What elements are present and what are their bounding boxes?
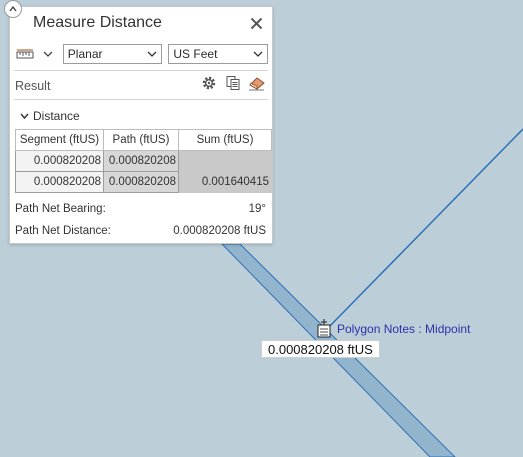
snap-indicator: Polygon Notes : Midpoint — [315, 319, 470, 339]
chevron-up-icon — [9, 5, 17, 12]
path-cell: 0.000820208 — [103, 150, 179, 172]
ruler-icon — [16, 49, 34, 59]
settings-button[interactable] — [200, 74, 218, 92]
column-header-path: Path (ftUS) — [103, 129, 179, 151]
distance-section-title: Distance — [33, 109, 80, 123]
measure-distance-panel: Measure Distance Planar US Feet Result D… — [9, 6, 273, 244]
units-select-value: US Feet — [173, 47, 218, 61]
path-net-bearing-label: Path Net Bearing: — [15, 203, 106, 215]
table-row[interactable]: 0.000820208 0.000820208 0.001640415 — [15, 171, 272, 193]
distance-label: 0.000820208 ftUS — [261, 340, 380, 358]
chevron-down-icon — [147, 51, 157, 57]
close-icon — [250, 17, 262, 29]
column-header-sum: Sum (ftUS) — [178, 129, 272, 151]
gear-icon — [202, 76, 216, 90]
path-net-distance-label: Path Net Distance: — [15, 225, 111, 237]
path-net-distance: Path Net Distance: 0.000820208 ftUS — [15, 225, 266, 237]
boundary-line — [325, 128, 523, 331]
path-cell: 0.000820208 — [103, 171, 179, 193]
mode-select-value: Planar — [67, 47, 103, 61]
panel-title: Measure Distance — [33, 14, 162, 31]
chevron-down-icon — [253, 51, 263, 57]
snap-cursor-icon — [317, 319, 331, 338]
table-row[interactable]: 0.000820208 0.000820208 — [15, 150, 272, 172]
distance-table: Segment (ftUS) Path (ftUS) Sum (ftUS) 0.… — [15, 129, 272, 193]
clear-button[interactable] — [248, 74, 266, 92]
sum-cell — [178, 150, 272, 172]
divider — [14, 70, 268, 71]
eraser-icon — [249, 77, 265, 91]
path-net-distance-value: 0.000820208 ftUS — [173, 225, 266, 237]
segment-cell: 0.000820208 — [15, 171, 104, 193]
segment-cell: 0.000820208 — [15, 150, 104, 172]
measure-toolbar: Planar US Feet — [16, 43, 268, 65]
chevron-down-icon — [20, 113, 29, 120]
mode-select[interactable]: Planar — [62, 44, 163, 64]
close-button[interactable] — [248, 15, 264, 31]
units-select[interactable]: US Feet — [168, 44, 268, 64]
measure-tool-dropdown[interactable] — [16, 44, 60, 64]
result-label: Result — [15, 79, 51, 93]
result-tools — [200, 74, 266, 92]
collapse-panel-button[interactable] — [4, 0, 22, 18]
chevron-down-icon — [43, 51, 53, 57]
divider — [14, 99, 268, 100]
copy-icon — [226, 76, 240, 90]
snap-label: Polygon Notes : Midpoint — [337, 322, 471, 336]
path-net-bearing-value: 19° — [248, 203, 266, 215]
sum-cell: 0.001640415 — [178, 171, 272, 193]
distance-section-toggle[interactable]: Distance — [20, 109, 80, 123]
path-net-bearing: Path Net Bearing: 19° — [15, 203, 266, 215]
column-header-segment: Segment (ftUS) — [15, 129, 104, 151]
table-header-row: Segment (ftUS) Path (ftUS) Sum (ftUS) — [15, 129, 272, 151]
copy-button[interactable] — [224, 74, 242, 92]
